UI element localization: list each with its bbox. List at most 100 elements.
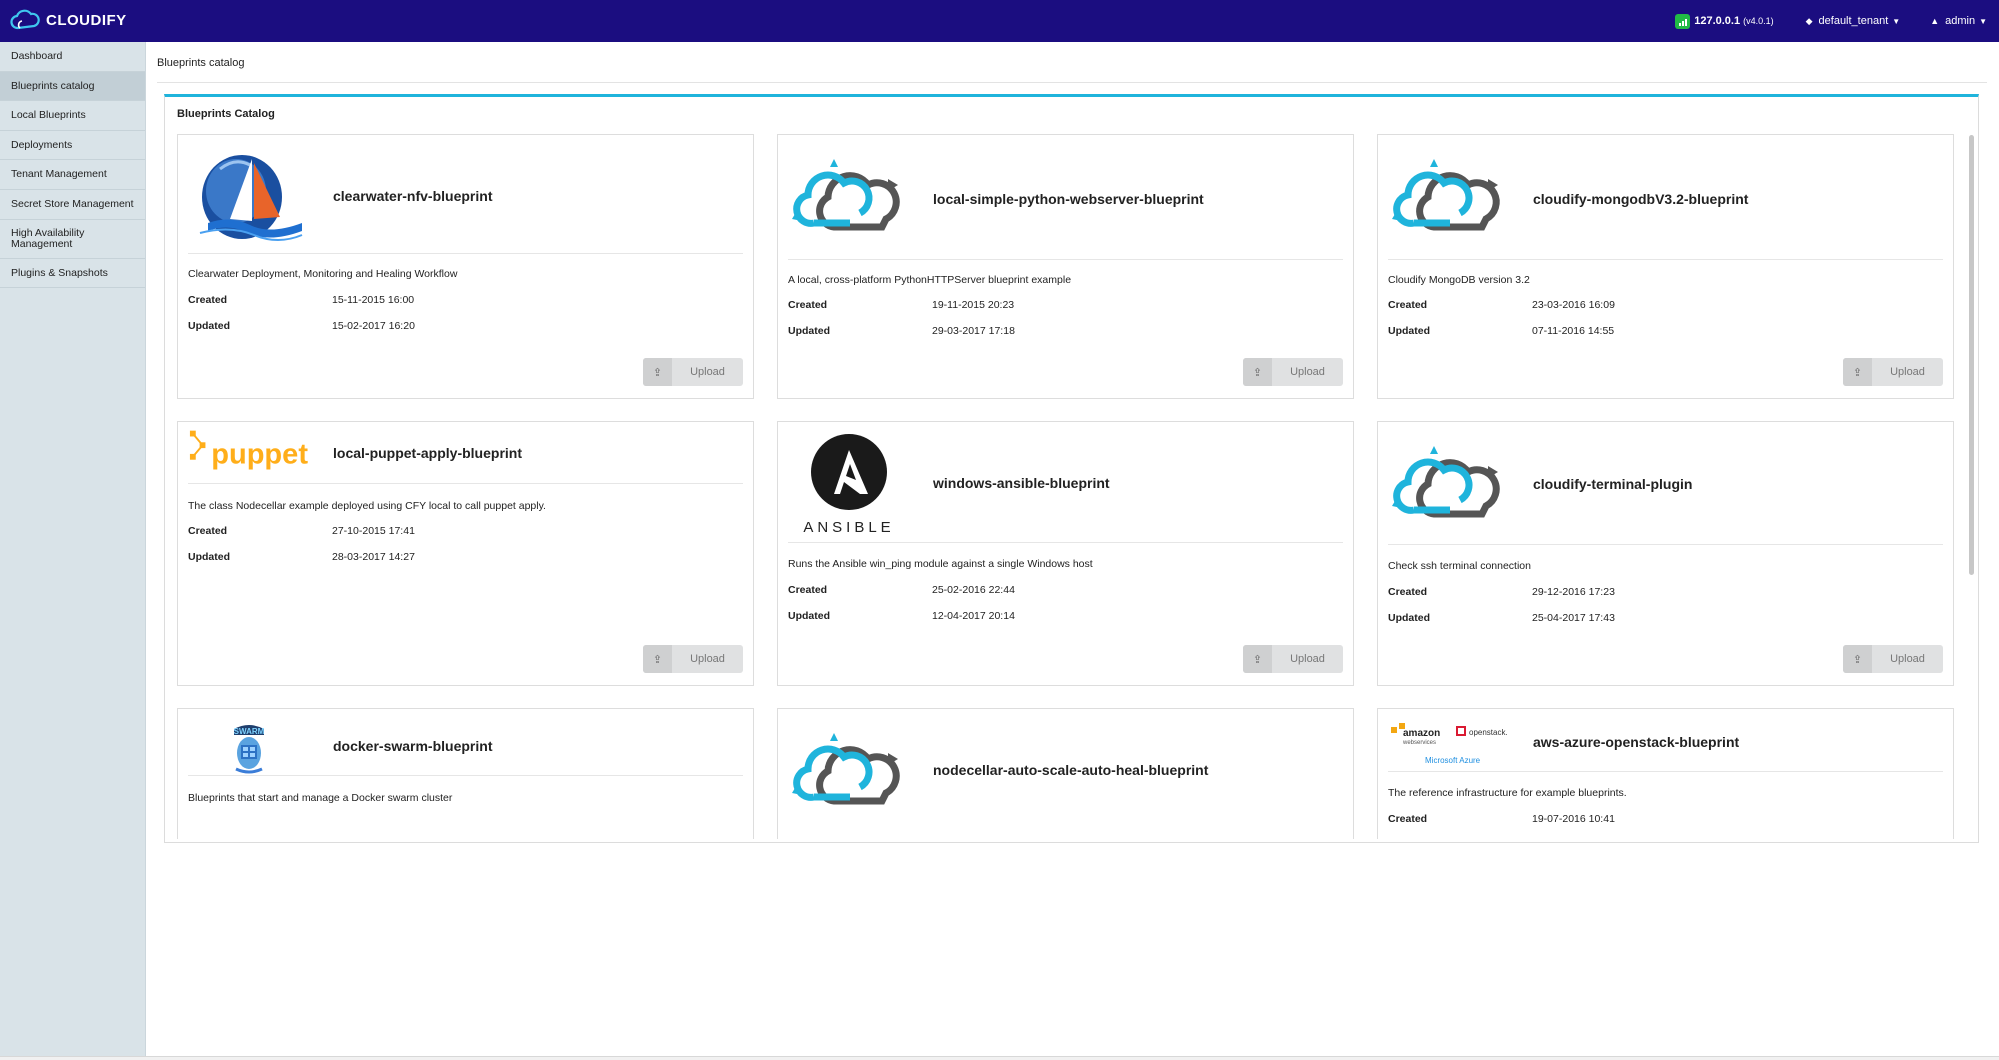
upload-button[interactable]: ⇪ Upload	[1243, 358, 1343, 386]
sidebar-item-secret-store-management[interactable]: Secret Store Management	[0, 190, 145, 220]
sidebar-item-local-blueprints[interactable]: Local Blueprints	[0, 101, 145, 131]
cloudify-cloud-logo-icon	[788, 147, 910, 247]
sidebar-item-deployments[interactable]: Deployments	[0, 131, 145, 161]
tenant-icon: ◆	[1805, 15, 1813, 26]
created-label: Created	[788, 584, 828, 596]
created-row: Created 15-11-2015 16:00	[188, 294, 414, 306]
blueprint-name[interactable]: aws-azure-openstack-blueprint	[1533, 734, 1739, 750]
upload-icon: ⇪	[643, 358, 672, 386]
tenant-name: default_tenant	[1818, 15, 1889, 27]
upload-label: Upload	[1890, 653, 1925, 665]
blueprint-name[interactable]: cloudify-mongodbV3.2-blueprint	[1533, 191, 1748, 207]
upload-button[interactable]: ⇪ Upload	[1243, 645, 1343, 673]
blueprint-description: The reference infrastructure for example…	[1388, 787, 1627, 799]
server-ip: 127.0.0.1	[1694, 15, 1741, 27]
updated-row: Updated 15-02-2017 16:20	[188, 320, 415, 332]
blueprint-name[interactable]: clearwater-nfv-blueprint	[333, 188, 492, 204]
catalog-scroll-area[interactable]: clearwater-nfv-blueprint Clearwater Depl…	[165, 133, 1976, 839]
top-navbar: CLOUDIFY 127.0.0.1 (v4.0.1) ◆ default_te…	[0, 0, 1999, 42]
created-value: 23-03-2016 16:09	[1532, 299, 1615, 311]
blueprint-card: ANSIBLE windows-ansible-blueprint Runs t…	[777, 421, 1354, 686]
topbar-right: 127.0.0.1 (v4.0.1) ◆ default_tenant ▼ ▲ …	[1675, 0, 1987, 42]
sidebar-item-high-availability-management[interactable]: High Availability Management	[0, 220, 145, 259]
brand-name: CLOUDIFY	[46, 11, 127, 29]
upload-button[interactable]: ⇪ Upload	[1843, 645, 1943, 673]
aws-azure-openstack-logo-icon: amazon webservices openstack. Microsoft …	[1388, 719, 1510, 775]
user-name: admin	[1945, 15, 1976, 27]
blueprint-name[interactable]: windows-ansible-blueprint	[933, 475, 1110, 491]
puppet-logo-text: puppet	[211, 439, 308, 471]
created-value: 19-07-2016 10:41	[1532, 813, 1615, 825]
created-label: Created	[188, 294, 228, 306]
blueprint-card: local-simple-python-webserver-blueprint …	[777, 134, 1354, 399]
created-row: Created 27-10-2015 17:41	[188, 525, 415, 537]
blueprint-name[interactable]: cloudify-terminal-plugin	[1533, 476, 1692, 492]
docker-swarm-logo-text: SWARM	[234, 727, 265, 736]
sidebar-item-dashboard[interactable]: Dashboard	[0, 42, 145, 72]
blueprint-card: nodecellar-auto-scale-auto-heal-blueprin…	[777, 708, 1354, 839]
updated-label: Updated	[788, 325, 830, 337]
cloudify-cloud-logo-icon	[1388, 147, 1510, 247]
user-dropdown[interactable]: ▲ admin ▼	[1930, 15, 1987, 27]
blueprint-description: A local, cross-platform PythonHTTPServer…	[788, 274, 1072, 286]
sidebar: Dashboard Blueprints catalog Local Bluep…	[0, 42, 146, 1060]
updated-row: Updated 28-03-2017 14:27	[188, 551, 415, 563]
amazon-logo-text: amazon	[1403, 728, 1440, 739]
blueprint-name[interactable]: docker-swarm-blueprint	[333, 738, 492, 754]
updated-label: Updated	[1388, 325, 1430, 337]
blueprint-card: SWARM docker-swarm-blueprint Blueprints …	[177, 708, 754, 839]
cloudify-cloud-icon	[10, 9, 40, 30]
blueprints-catalog-widget: Blueprints Catalog clearwater-nfv-bluepr…	[164, 94, 1979, 843]
divider	[788, 259, 1343, 260]
divider	[788, 542, 1343, 543]
scrollbar[interactable]	[1969, 135, 1974, 575]
upload-button[interactable]: ⇪ Upload	[643, 645, 743, 673]
blueprint-description: Cloudify MongoDB version 3.2	[1388, 274, 1530, 286]
blueprint-description: Clearwater Deployment, Monitoring and He…	[188, 268, 458, 280]
upload-label: Upload	[1890, 366, 1925, 378]
created-label: Created	[1388, 813, 1428, 825]
divider	[157, 82, 1987, 83]
divider	[1388, 771, 1943, 772]
blueprint-name[interactable]: local-simple-python-webserver-blueprint	[933, 191, 1204, 207]
sidebar-item-blueprints-catalog[interactable]: Blueprints catalog	[0, 71, 145, 102]
blueprint-card: amazon webservices openstack. Microsoft …	[1377, 708, 1954, 839]
updated-row: Updated 07-11-2016 14:55	[1388, 325, 1614, 337]
upload-button[interactable]: ⇪ Upload	[1843, 358, 1943, 386]
created-label: Created	[188, 525, 228, 537]
blueprint-card: cloudify-terminal-plugin Check ssh termi…	[1377, 421, 1954, 686]
blueprint-description: The class Nodecellar example deployed us…	[188, 500, 546, 512]
updated-value: 07-11-2016 14:55	[1532, 325, 1615, 337]
divider	[1388, 259, 1943, 260]
upload-label: Upload	[1290, 366, 1325, 378]
ansible-logo-icon: ANSIBLE	[788, 434, 910, 536]
blueprint-card: cloudify-mongodbV3.2-blueprint Cloudify …	[1377, 134, 1954, 399]
updated-row: Updated 25-04-2017 17:43	[1388, 612, 1615, 624]
sidebar-item-tenant-management[interactable]: Tenant Management	[0, 160, 145, 190]
user-icon: ▲	[1930, 16, 1940, 26]
tenant-dropdown[interactable]: ◆ default_tenant ▼	[1806, 15, 1901, 27]
created-row: Created 25-02-2016 22:44	[788, 584, 1015, 596]
created-row: Created 23-03-2016 16:09	[1388, 299, 1615, 311]
updated-row: Updated 12-04-2017 20:14	[788, 610, 1015, 622]
updated-value: 15-02-2017 16:20	[332, 320, 415, 332]
server-version: (v4.0.1)	[1743, 16, 1774, 26]
cloudify-cloud-logo-icon	[788, 721, 910, 821]
blueprint-description: Blueprints that start and manage a Docke…	[188, 792, 453, 804]
blueprint-name[interactable]: local-puppet-apply-blueprint	[333, 445, 522, 461]
updated-label: Updated	[1388, 612, 1430, 624]
updated-row: Updated 29-03-2017 17:18	[788, 325, 1015, 337]
cloudify-logo[interactable]: CLOUDIFY	[10, 8, 127, 32]
blueprint-name[interactable]: nodecellar-auto-scale-auto-heal-blueprin…	[933, 762, 1208, 778]
blueprint-description: Check ssh terminal connection	[1388, 560, 1531, 572]
server-status-icon	[1675, 13, 1691, 29]
cloudify-cloud-logo-icon	[1388, 434, 1510, 534]
clearwater-logo-icon	[188, 147, 310, 247]
sidebar-item-plugins-snapshots[interactable]: Plugins & Snapshots	[0, 259, 145, 289]
blueprint-card: clearwater-nfv-blueprint Clearwater Depl…	[177, 134, 754, 399]
divider	[1388, 544, 1943, 545]
openstack-logo-text: openstack.	[1469, 728, 1508, 737]
updated-value: 25-04-2017 17:43	[1532, 612, 1615, 624]
upload-icon: ⇪	[643, 645, 672, 673]
upload-button[interactable]: ⇪ Upload	[643, 358, 743, 386]
